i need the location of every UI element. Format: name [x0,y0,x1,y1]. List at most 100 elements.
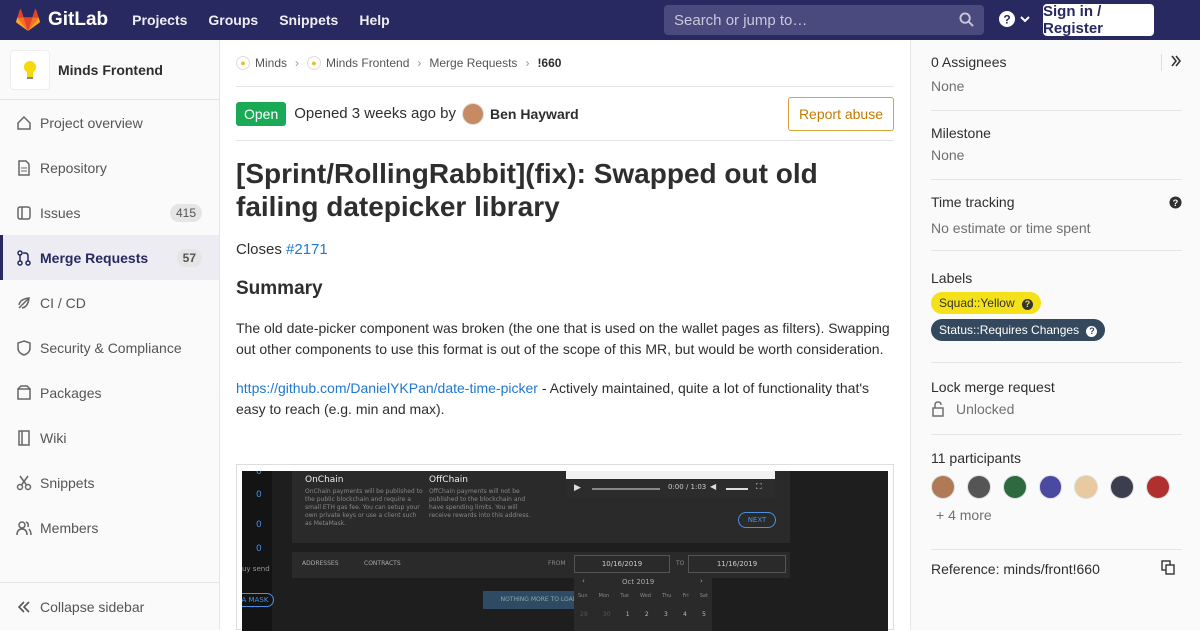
breadcrumb: ● Minds › ● Minds Frontend › Merge Reque… [236,40,894,87]
report-abuse-button[interactable]: Report abuse [787,97,894,131]
date-cell: 30 [602,611,611,618]
sidebar-item-ci-cd[interactable]: CI / CD [0,280,219,325]
avatar [462,102,485,125]
label-status-requires-changes[interactable]: Status::Requires Changes ? [931,319,1106,341]
author-link[interactable]: Ben Hayward [462,102,579,125]
date-cell: 4 [683,611,687,618]
weekday-label: Fri [682,593,689,599]
video-time: 0:00 / 1:03 [668,483,707,491]
sidebar-item-issues[interactable]: Issues 415 [0,190,219,235]
date-cell: 5 [702,611,706,618]
nav-groups[interactable]: Groups [208,12,258,28]
date-cell: 29 [580,611,588,618]
sidebar-item-packages[interactable]: Packages [0,370,219,415]
milestone-value: None [931,147,965,163]
reference-text: Reference: minds/front!660 [931,561,1100,577]
sign-in-button[interactable]: Sign in / Register [1043,3,1154,37]
issues-count-badge: 415 [169,203,202,222]
copy-icon[interactable] [1161,560,1175,575]
lock-block: Lock merge request Unlocked [931,379,1182,435]
weekday-label: Thu [662,593,672,599]
brand-name: GitLab [48,9,109,30]
nav-projects[interactable]: Projects [132,12,187,28]
video-player: ▶ 0:00 / 1:03 ◀ ⛶ [566,471,775,498]
lightbulb-icon: ● [307,56,322,70]
label-squad-yellow[interactable]: Squad::Yellow ? [931,292,1041,314]
sidebar-item-members[interactable]: Members [0,505,219,550]
top-navbar: GitLab Projects Groups Snippets Help Sea… [0,0,1200,40]
search-input[interactable]: Search or jump to… [664,5,984,35]
video-controls: ▶ 0:00 / 1:03 ◀ ⛶ [566,479,775,498]
next-month-icon: › [700,577,703,585]
shield-icon [16,339,32,356]
chevron-right-icon: › [417,56,422,70]
nav-help[interactable]: Help [359,12,389,28]
project-avatar [10,49,50,90]
status-badge: Open [236,101,287,126]
breadcrumb-minds-frontend[interactable]: Minds Frontend [326,56,409,70]
gitlab-logo[interactable]: GitLab [16,9,108,31]
project-header[interactable]: Minds Frontend [0,40,219,100]
sidebar-item-label: Project overview [40,114,143,131]
offchain-text: OffChain payments will not be published … [429,488,531,519]
question-circle-icon: ? [999,11,1015,27]
sidebar-item-project-overview[interactable]: Project overview [0,100,219,145]
lightbulb-icon: ● [236,56,250,70]
breadcrumb-minds[interactable]: Minds [255,56,287,70]
weekday-label: Sat [699,593,708,599]
description-image[interactable]: 0 0 0 0 uy send A MASK OnChain OnChain p… [236,464,894,631]
sidebar-item-label: CI / CD [40,294,86,311]
unlock-icon [932,401,944,417]
sidebar-item-repository[interactable]: Repository [0,145,219,190]
double-chevron-left-icon [17,600,30,613]
onchain-title: OnChain [305,475,344,485]
issue-link[interactable]: #2171 [286,241,328,258]
prev-month-icon: ‹ [582,577,585,585]
top-nav-links: Projects Groups Snippets Help [132,12,411,28]
github-link[interactable]: https://github.com/DanielYKPan/date-time… [236,380,538,396]
closes-line: Closes #2171 [236,241,894,258]
search-placeholder: Search or jump to… [674,11,808,29]
lock-heading: Lock merge request [931,379,1055,395]
weekday-label: Tue [620,593,629,599]
time-tracking-value: No estimate or time spent [931,220,1091,236]
filter-bar: ADDRESSES CONTRACTS FROM 10/16/2019 TO 1… [292,552,790,578]
avatar[interactable] [1002,475,1027,499]
avatar[interactable] [931,475,955,499]
onchain-text: OnChain payments will be published to th… [305,488,423,527]
volume-icon: ◀ [710,482,717,491]
avatar[interactable] [1146,475,1171,499]
doc-icon [16,159,32,176]
date-from-input: 10/16/2019 [574,555,670,573]
assignees-block: 0 Assignees None [931,54,1182,111]
book-icon [16,429,32,446]
avatar[interactable] [1110,475,1135,499]
more-participants-link[interactable]: + 4 more [936,507,1182,523]
collapse-sidebar-label: Collapse sidebar [40,598,145,615]
sidebar-item-snippets[interactable]: Snippets [0,460,219,505]
play-icon: ▶ [574,483,581,493]
author-name: Ben Hayward [490,105,579,122]
breadcrumb-merge-requests[interactable]: Merge Requests [429,56,517,70]
avatar[interactable] [1074,475,1099,499]
sidebar-item-label: Repository [40,159,107,176]
sidebar-item-merge-requests[interactable]: Merge Requests 57 [0,235,219,280]
avatar[interactable] [966,475,991,499]
avatar[interactable] [1038,475,1063,499]
sidebar-item-wiki[interactable]: Wiki [0,415,219,460]
nav-snippets[interactable]: Snippets [279,12,338,28]
gitlab-fox-icon [16,9,40,31]
breadcrumb-mr-id[interactable]: !660 [537,56,561,70]
collapse-right-sidebar-button[interactable] [1161,54,1182,71]
help-dropdown[interactable]: ? [998,10,1031,28]
embedded-screenshot: 0 0 0 0 uy send A MASK OnChain OnChain p… [242,471,888,631]
description-link-paragraph: https://github.com/DanielYKPan/date-time… [236,378,894,420]
assignees-value: None [931,78,965,94]
label-text: Squad::Yellow [939,296,1015,310]
fullscreen-icon: ⛶ [756,482,762,491]
collapse-sidebar-button[interactable]: Collapse sidebar [0,582,219,630]
sidebar-item-security[interactable]: Security & Compliance [0,325,219,370]
chevron-right-icon: › [295,56,300,70]
question-circle-icon[interactable]: ? [1169,196,1182,209]
weekday-label: Sun [578,593,588,599]
